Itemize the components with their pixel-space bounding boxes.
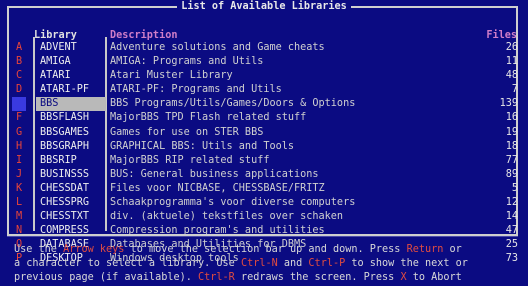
library-file-count: 26 <box>505 42 518 53</box>
library-name: ADVENT <box>40 42 77 53</box>
library-hotkey: J <box>16 168 23 180</box>
library-hotkey: K <box>16 182 23 194</box>
library-row[interactable]: H BBSGRAPH GRAPHICAL BBS: Utils and Tools 1… <box>0 140 528 154</box>
library-name: BUSINSSS <box>40 168 90 180</box>
library-file-count: 12 <box>505 197 518 209</box>
library-list: A ADVENT Adventure solutions and Game chea… <box>0 41 528 267</box>
library-file-count: 139 <box>499 98 518 110</box>
library-file-count: 77 <box>505 154 518 166</box>
library-file-count: 48 <box>505 70 518 82</box>
hotkey-ctrl-n: Ctrl-N <box>240 257 278 269</box>
library-file-count: 14 <box>505 211 518 223</box>
library-description: Adventure solutions and Game cheats <box>110 42 325 53</box>
library-row[interactable]: A ADVENT Adventure solutions and Game chea… <box>0 41 528 55</box>
library-description: Files voor NICBASE, CHESSBASE/FRITZ <box>110 182 325 194</box>
help-line-2: a character to select a library. Use Ctr… <box>14 257 468 269</box>
library-file-count: 5 <box>511 182 518 194</box>
library-row[interactable]: G BBSGAMES Games for use on STER BBS 19 <box>0 126 528 140</box>
library-hotkey: I <box>16 154 23 166</box>
help-divider <box>7 236 518 237</box>
library-hotkey: B <box>16 56 23 68</box>
help-line-3: previous page (if available). Ctrl-R red… <box>14 271 462 283</box>
library-description: MajorBBS TPD Flash related stuff <box>110 112 307 124</box>
library-name: CHESSPRG <box>40 197 90 209</box>
library-hotkey: E <box>12 97 26 112</box>
library-file-count: 7 <box>511 84 518 96</box>
window-title-bar: List of Available Libraries <box>0 0 528 14</box>
library-row-selected[interactable]: E BBS BBS Programs/Utils/Games/Doors & Opt… <box>0 97 528 112</box>
library-name: BBSGAMES <box>40 126 90 138</box>
library-file-count: 89 <box>505 168 518 180</box>
library-description: div. (aktuele) tekstfiles over schaken <box>110 211 344 223</box>
hotkey-ctrl-r: Ctrl-R <box>198 271 235 283</box>
library-hotkey: F <box>16 112 23 124</box>
library-description: MajorBBS RIP related stuff <box>110 154 270 166</box>
library-row[interactable]: C ATARI Atari Muster Library 48 <box>0 69 528 83</box>
library-name: CHESSTXT <box>40 211 90 223</box>
library-name: CHESSDAT <box>40 182 90 194</box>
library-hotkey: M <box>16 211 23 223</box>
library-hotkey: G <box>16 126 23 138</box>
library-description: BUS: General business applications <box>110 168 319 180</box>
library-hotkey: D <box>16 84 23 96</box>
library-row[interactable]: D ATARI-PF ATARI-PF: Programs and Utils 7 <box>0 83 528 97</box>
library-row[interactable]: F BBSFLASH MajorBBS TPD Flash related stuf… <box>0 111 528 125</box>
library-description: AMIGA: Programs and Utils <box>110 56 264 68</box>
library-row[interactable]: J BUSINSSS BUS: General business applicati… <box>0 168 528 182</box>
bbs-terminal-screen: List of Available Libraries Library Desc… <box>0 0 528 286</box>
library-name: BBSRIP <box>40 154 77 166</box>
library-file-count: 16 <box>505 112 518 124</box>
library-row[interactable]: I BBSRIP MajorBBS RIP related stuff 77 <box>0 154 528 168</box>
library-row[interactable]: K CHESSDAT Files voor NICBASE, CHESSBASE/F… <box>0 182 528 196</box>
library-row[interactable]: B AMIGA AMIGA: Programs and Utils 11 <box>0 55 528 69</box>
hotkey-return: Return <box>406 244 444 255</box>
library-hotkey: A <box>16 42 23 53</box>
help-text: Use the Arrow keys to move the selection… <box>14 243 524 284</box>
library-hotkey: L <box>16 197 23 209</box>
library-description: GRAPHICAL BBS: Utils and Tools <box>110 140 295 152</box>
library-description: Games for use on STER BBS <box>110 126 264 138</box>
hotkey-ctrl-p: Ctrl-P <box>308 257 346 269</box>
library-name: ATARI <box>40 70 71 82</box>
library-name: AMIGA <box>40 56 71 68</box>
library-hotkey: C <box>16 70 23 82</box>
library-file-count: 18 <box>505 140 518 152</box>
library-row[interactable]: M CHESSTXT div. (aktuele) tekstfiles over … <box>0 210 528 224</box>
library-row[interactable]: L CHESSPRG Schaakprogramma's voor diverse … <box>0 196 528 210</box>
hotkey-arrow-keys: Arrow keys <box>63 244 125 255</box>
library-name: ATARI-PF <box>40 84 90 96</box>
library-name: BBSFLASH <box>40 112 90 124</box>
library-name: BBSGRAPH <box>40 140 90 152</box>
library-description: BBS Programs/Utils/Games/Doors & Options <box>110 98 356 110</box>
window-title: List of Available Libraries <box>177 1 351 12</box>
library-hotkey: H <box>16 140 23 152</box>
library-description: Schaakprogramma's voor diverse computers <box>110 197 356 209</box>
library-description: ATARI-PF: Programs and Utils <box>110 84 282 96</box>
help-line-1: Use the Arrow keys to move the selection… <box>14 244 462 255</box>
library-file-count: 11 <box>505 56 518 68</box>
library-file-count: 19 <box>505 126 518 138</box>
library-name: BBS <box>40 98 59 110</box>
library-description: Atari Muster Library <box>110 70 233 82</box>
